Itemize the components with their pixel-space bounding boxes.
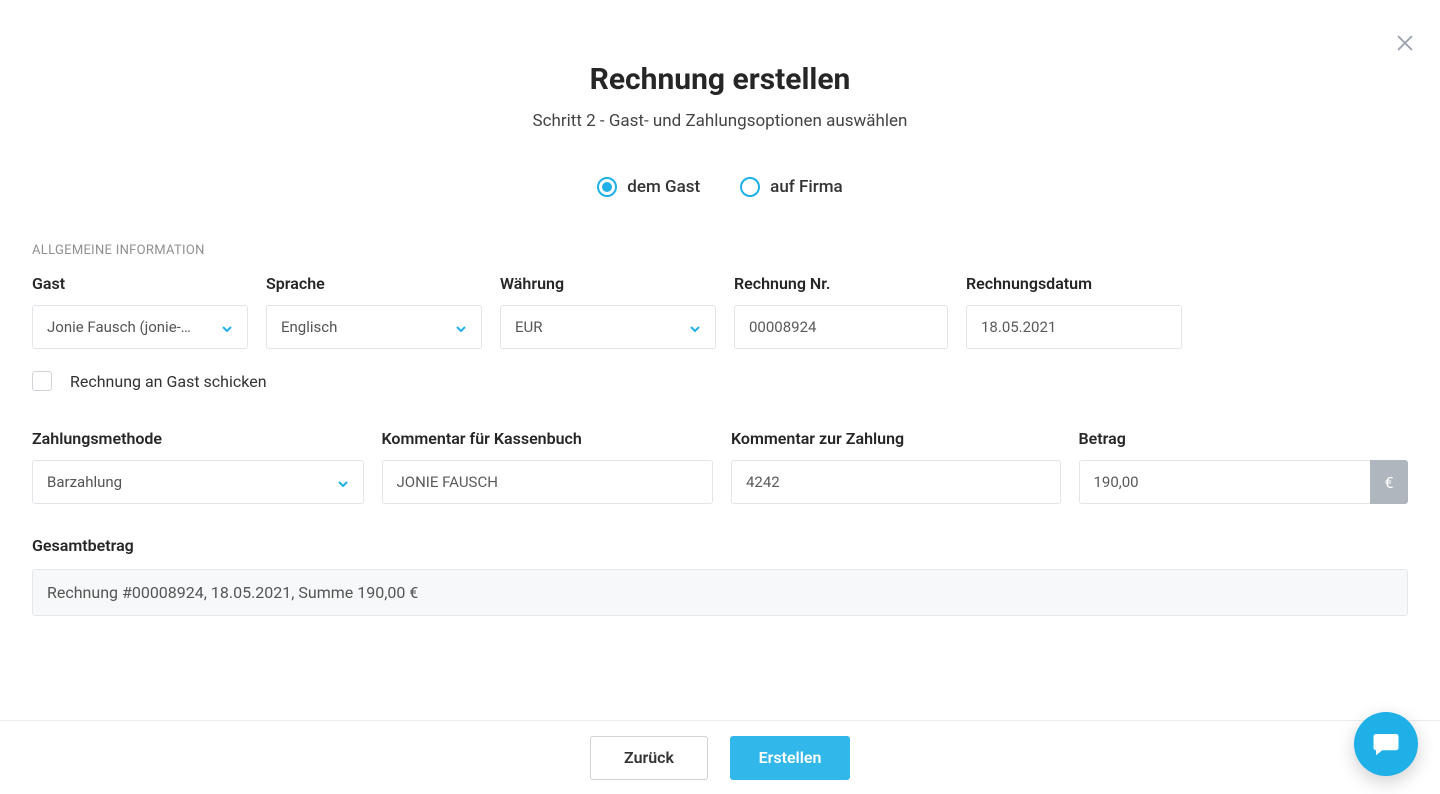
payment-method-label: Zahlungsmethode (32, 429, 364, 448)
guest-select[interactable]: Jonie Fausch (jonie-fau… (32, 305, 248, 349)
amount-input[interactable]: 190,00 (1079, 460, 1371, 504)
cashbook-comment-label: Kommentar für Kassenbuch (382, 429, 714, 448)
close-icon (1394, 32, 1416, 54)
cashbook-comment-value: JONIE FAUSCH (397, 473, 699, 491)
radio-guest-label: dem Gast (627, 177, 700, 197)
payment-comment-label: Kommentar zur Zahlung (731, 429, 1061, 448)
total-summary: Rechnung #00008924, 18.05.2021, Summe 19… (32, 569, 1408, 616)
modal-header: Rechnung erstellen Schritt 2 - Gast- und… (0, 0, 1440, 131)
currency-select-value: EUR (515, 318, 543, 336)
send-to-guest-label: Rechnung an Gast schicken (70, 372, 267, 391)
chevron-down-icon (689, 321, 701, 333)
modal-title: Rechnung erstellen (0, 62, 1440, 97)
invoice-date-input[interactable]: 18.05.2021 (966, 305, 1182, 349)
radio-guest[interactable]: dem Gast (597, 177, 700, 197)
invoice-target-radiogroup: dem Gast auf Firma (0, 177, 1440, 197)
cashbook-comment-input[interactable]: JONIE FAUSCH (382, 460, 714, 504)
chevron-down-icon (455, 321, 467, 333)
invoice-number-label: Rechnung Nr. (734, 274, 948, 293)
modal-body: ALLGEMEINE INFORMATION Gast Jonie Fausch… (0, 243, 1440, 616)
send-to-guest-checkbox[interactable] (32, 371, 52, 391)
guest-select-value: Jonie Fausch (jonie-fau… (47, 318, 196, 336)
currency-label: Währung (500, 274, 716, 293)
language-label: Sprache (266, 274, 482, 293)
invoice-date-label: Rechnungsdatum (966, 274, 1182, 293)
amount-value: 190,00 (1094, 473, 1357, 491)
language-select-value: Englisch (281, 318, 337, 336)
invoice-number-value: 00008924 (749, 318, 933, 336)
guest-label: Gast (32, 274, 248, 293)
row-payment: Zahlungsmethode Barzahlung Kommentar für… (32, 429, 1408, 504)
radio-circle-icon (597, 177, 617, 197)
create-button[interactable]: Erstellen (730, 736, 850, 780)
back-button[interactable]: Zurück (590, 736, 708, 780)
amount-group: 190,00 € (1079, 460, 1409, 504)
radio-company-label: auf Firma (770, 177, 843, 197)
payment-comment-input[interactable]: 4242 (731, 460, 1061, 504)
total-label: Gesamtbetrag (32, 536, 1408, 555)
chevron-down-icon (337, 476, 349, 488)
section-general-label: ALLGEMEINE INFORMATION (32, 243, 1408, 258)
language-select[interactable]: Englisch (266, 305, 482, 349)
payment-comment-value: 4242 (746, 473, 1046, 491)
invoice-number-input[interactable]: 00008924 (734, 305, 948, 349)
create-invoice-modal: Rechnung erstellen Schritt 2 - Gast- und… (0, 0, 1440, 794)
payment-method-value: Barzahlung (47, 473, 122, 491)
currency-select[interactable]: EUR (500, 305, 716, 349)
send-to-guest-row: Rechnung an Gast schicken (32, 371, 1408, 391)
chat-icon (1371, 729, 1401, 759)
currency-badge: € (1370, 460, 1408, 504)
chat-fab[interactable] (1354, 712, 1418, 776)
row-general: Gast Jonie Fausch (jonie-fau… Sprache En… (32, 274, 1408, 349)
chevron-down-icon (221, 321, 233, 333)
modal-subtitle: Schritt 2 - Gast- und Zahlungsoptionen a… (0, 111, 1440, 131)
close-button[interactable] (1394, 32, 1416, 54)
radio-company[interactable]: auf Firma (740, 177, 843, 197)
modal-footer: Zurück Erstellen (0, 720, 1440, 794)
invoice-date-value: 18.05.2021 (981, 318, 1167, 336)
amount-label: Betrag (1079, 429, 1409, 448)
radio-circle-icon (740, 177, 760, 197)
payment-method-select[interactable]: Barzahlung (32, 460, 364, 504)
